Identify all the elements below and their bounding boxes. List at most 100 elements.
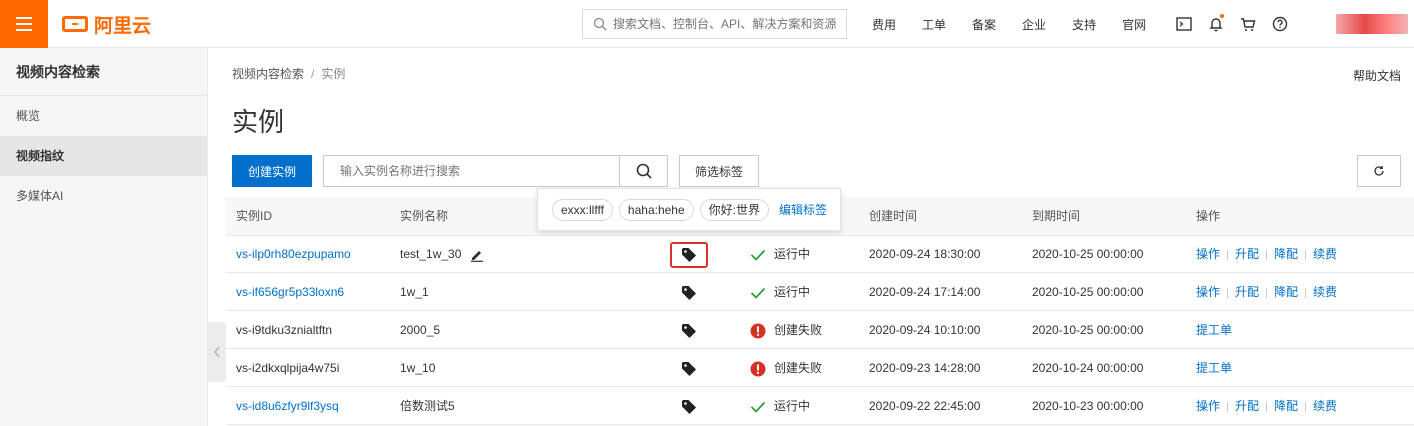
help-doc-link[interactable]: 帮助文档 <box>1353 67 1401 84</box>
filter-tags-button[interactable]: 筛选标签 <box>679 155 759 187</box>
ops-cell: 提工单 <box>1196 350 1232 387</box>
notification-button[interactable] <box>1200 0 1232 48</box>
column-header-id: 实例ID <box>236 209 273 223</box>
help-button[interactable] <box>1264 0 1296 48</box>
bell-icon <box>1209 18 1223 32</box>
cart-button[interactable] <box>1232 0 1264 48</box>
op-manage[interactable]: 操作 <box>1196 236 1220 273</box>
menu-icon-line <box>16 23 32 25</box>
op-manage[interactable]: 操作 <box>1196 388 1220 425</box>
create-instance-button[interactable]: 创建实例 <box>232 155 312 187</box>
nav-tickets[interactable]: 工单 <box>922 16 946 33</box>
op-submit-ticket[interactable]: 提工单 <box>1196 312 1232 349</box>
edit-icon[interactable] <box>470 248 484 262</box>
instance-id-link[interactable]: vs-ilp0rh80ezpupamo <box>236 236 351 273</box>
nav-fees[interactable]: 费用 <box>872 16 896 33</box>
check-icon <box>750 287 766 299</box>
sidebar-item-video-fingerprint[interactable]: 视频指纹 <box>0 136 207 176</box>
chevron-left-icon <box>214 346 220 358</box>
instance-name: 1w_10 <box>400 361 436 375</box>
global-search[interactable] <box>582 9 847 39</box>
notification-dot <box>1220 14 1224 18</box>
nav-official-site[interactable]: 官网 <box>1122 16 1146 33</box>
sidebar-collapse-toggle[interactable] <box>208 322 226 382</box>
instance-name: 1w_1 <box>400 285 429 299</box>
breadcrumb-separator: / <box>311 67 315 81</box>
menu-button[interactable] <box>0 0 48 48</box>
status-text: 创建失败 <box>774 323 823 337</box>
tag-cell <box>669 312 709 349</box>
ops-cell: 提工单 <box>1196 312 1232 349</box>
ops-cell: 操作 升配 降配 续费 <box>1196 388 1337 425</box>
terminal-button[interactable] <box>1168 0 1200 48</box>
tag-cell <box>669 388 709 425</box>
table-row: vs-if656gr5p33loxn6 1w_1 运行中 2020-09-24 … <box>226 274 1414 311</box>
tag-highlight-box <box>670 242 708 268</box>
instance-search <box>323 155 668 187</box>
nav-icp[interactable]: 备案 <box>972 16 996 33</box>
nav-support[interactable]: 支持 <box>1072 16 1096 33</box>
edit-tags-link[interactable]: 编辑标签 <box>779 201 827 218</box>
op-renew[interactable]: 续费 <box>1313 274 1337 311</box>
tag-chip: exxx:llfff <box>552 198 613 221</box>
tag-icon[interactable] <box>681 323 697 339</box>
ops-cell: 操作 升配 降配 续费 <box>1196 274 1337 311</box>
divider <box>1266 249 1268 260</box>
ops-cell: 操作 升配 降配 续费 <box>1196 236 1337 273</box>
expire-time: 2020-10-25 00:00:00 <box>1032 285 1144 299</box>
op-upgrade[interactable]: 升配 <box>1235 274 1259 311</box>
tag-icon[interactable] <box>681 361 697 377</box>
sidebar-item-overview[interactable]: 概览 <box>0 96 207 136</box>
breadcrumb: 视频内容检索 / 实例 <box>232 65 345 82</box>
op-downgrade[interactable]: 降配 <box>1274 236 1298 273</box>
op-upgrade[interactable]: 升配 <box>1235 388 1259 425</box>
table-row: vs-i2dkxqlpija4w75i 1w_10 创建失败 2020-09-2… <box>226 350 1414 387</box>
instance-id-link[interactable]: vs-if656gr5p33loxn6 <box>236 274 344 311</box>
breadcrumb-root[interactable]: 视频内容检索 <box>232 67 304 81</box>
created-time: 2020-09-24 10:10:00 <box>869 323 981 337</box>
nav-enterprise[interactable]: 企业 <box>1022 16 1046 33</box>
op-submit-ticket[interactable]: 提工单 <box>1196 350 1232 387</box>
divider <box>1305 287 1307 298</box>
op-renew[interactable]: 续费 <box>1313 236 1337 273</box>
menu-icon-line <box>16 17 32 19</box>
sidebar-item-multimedia-ai[interactable]: 多媒体AI <box>0 176 207 216</box>
tag-icon[interactable] <box>681 399 697 415</box>
instance-name-cell: test_1w_30 <box>400 236 484 273</box>
instance-id: vs-i2dkxqlpija4w75i <box>236 361 340 375</box>
divider <box>1266 401 1268 412</box>
op-renew[interactable]: 续费 <box>1313 388 1337 425</box>
expire-time: 2020-10-23 00:00:00 <box>1032 399 1144 413</box>
op-downgrade[interactable]: 降配 <box>1274 388 1298 425</box>
table-row: vs-i9tdku3znialtftn 2000_5 创建失败 2020-09-… <box>226 312 1414 349</box>
column-header-expire: 到期时间 <box>1032 209 1081 223</box>
tag-icon[interactable] <box>681 285 697 301</box>
logo[interactable]: 阿里云 <box>62 12 151 37</box>
tag-chip: 你好:世界 <box>699 198 769 221</box>
divider <box>1227 287 1229 298</box>
op-upgrade[interactable]: 升配 <box>1235 236 1259 273</box>
status-text: 创建失败 <box>774 361 823 375</box>
instance-name: 倍数测试5 <box>400 399 455 413</box>
op-downgrade[interactable]: 降配 <box>1274 274 1298 311</box>
search-icon <box>636 163 652 179</box>
tag-popover: exxx:llfff haha:hehe 你好:世界 编辑标签 <box>537 188 841 231</box>
instance-search-button[interactable] <box>619 156 667 186</box>
user-avatar[interactable] <box>1336 14 1408 34</box>
status-cell: 创建失败 <box>750 350 822 387</box>
menu-icon-line <box>16 29 32 31</box>
op-manage[interactable]: 操作 <box>1196 274 1220 311</box>
created-time: 2020-09-24 18:30:00 <box>869 247 981 261</box>
refresh-button[interactable] <box>1357 155 1401 187</box>
status-cell: 运行中 <box>750 236 810 273</box>
sidebar: 视频内容检索 概览 视频指纹 多媒体AI <box>0 48 208 426</box>
global-search-input[interactable] <box>613 17 843 31</box>
error-icon <box>750 361 766 376</box>
instance-id-link[interactable]: vs-id8u6zfyr9lf3ysq <box>236 388 339 425</box>
status-cell: 运行中 <box>750 388 810 425</box>
top-nav: 费用 工单 备案 企业 支持 官网 <box>872 0 1172 48</box>
check-icon <box>750 401 766 413</box>
instance-search-input[interactable] <box>324 156 619 186</box>
error-icon <box>750 323 766 338</box>
instance-name: 2000_5 <box>400 323 441 337</box>
